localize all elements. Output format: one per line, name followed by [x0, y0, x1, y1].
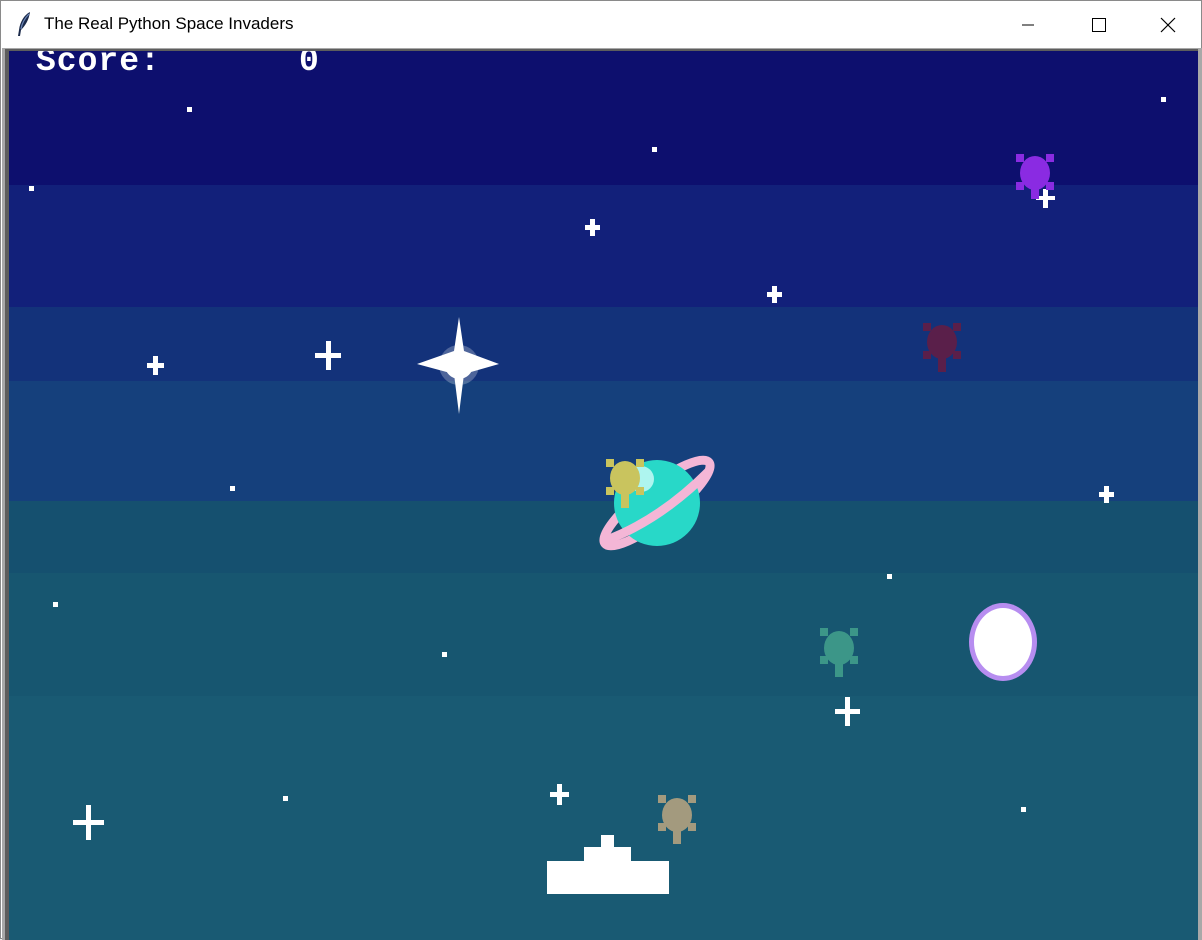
star — [230, 486, 235, 491]
maximize-button[interactable] — [1065, 1, 1131, 48]
small-stars — [29, 97, 1166, 812]
star — [29, 186, 34, 191]
invader — [820, 628, 858, 677]
star — [442, 652, 447, 657]
invader — [1016, 154, 1054, 199]
space-scene — [29, 97, 1166, 894]
window-title: The Real Python Space Invaders — [44, 14, 294, 33]
cross-star — [73, 805, 104, 840]
star — [652, 147, 657, 152]
invader — [658, 795, 696, 844]
maximize-icon — [1092, 18, 1106, 32]
star — [53, 602, 58, 607]
cross-star — [767, 286, 782, 303]
cross-stars — [73, 189, 1114, 840]
glowing-moon — [969, 603, 1037, 681]
cross-star — [315, 341, 341, 370]
game-canvas[interactable]: Score: 0 — [9, 51, 1198, 940]
star — [1161, 97, 1166, 102]
cross-star — [585, 219, 600, 236]
invader — [923, 323, 961, 372]
player-cannon — [547, 835, 669, 894]
minimize-button[interactable] — [995, 1, 1061, 48]
app-window: The Real Python Space Invaders Score: 0 — [0, 0, 1202, 940]
cross-star — [1099, 486, 1114, 503]
close-button[interactable] — [1135, 1, 1201, 48]
feather-icon — [18, 12, 30, 36]
minimize-icon — [1022, 24, 1034, 26]
star — [887, 574, 892, 579]
star — [283, 796, 288, 801]
title-bar[interactable]: The Real Python Space Invaders — [1, 1, 1201, 48]
score-value: 0 — [299, 51, 319, 80]
cross-star — [147, 356, 164, 375]
star — [1021, 807, 1026, 812]
sparkle-star — [417, 317, 499, 414]
close-icon — [1160, 17, 1176, 33]
cross-star — [835, 697, 860, 726]
cross-star — [550, 784, 569, 805]
score-label: Score: — [36, 51, 161, 80]
star — [187, 107, 192, 112]
